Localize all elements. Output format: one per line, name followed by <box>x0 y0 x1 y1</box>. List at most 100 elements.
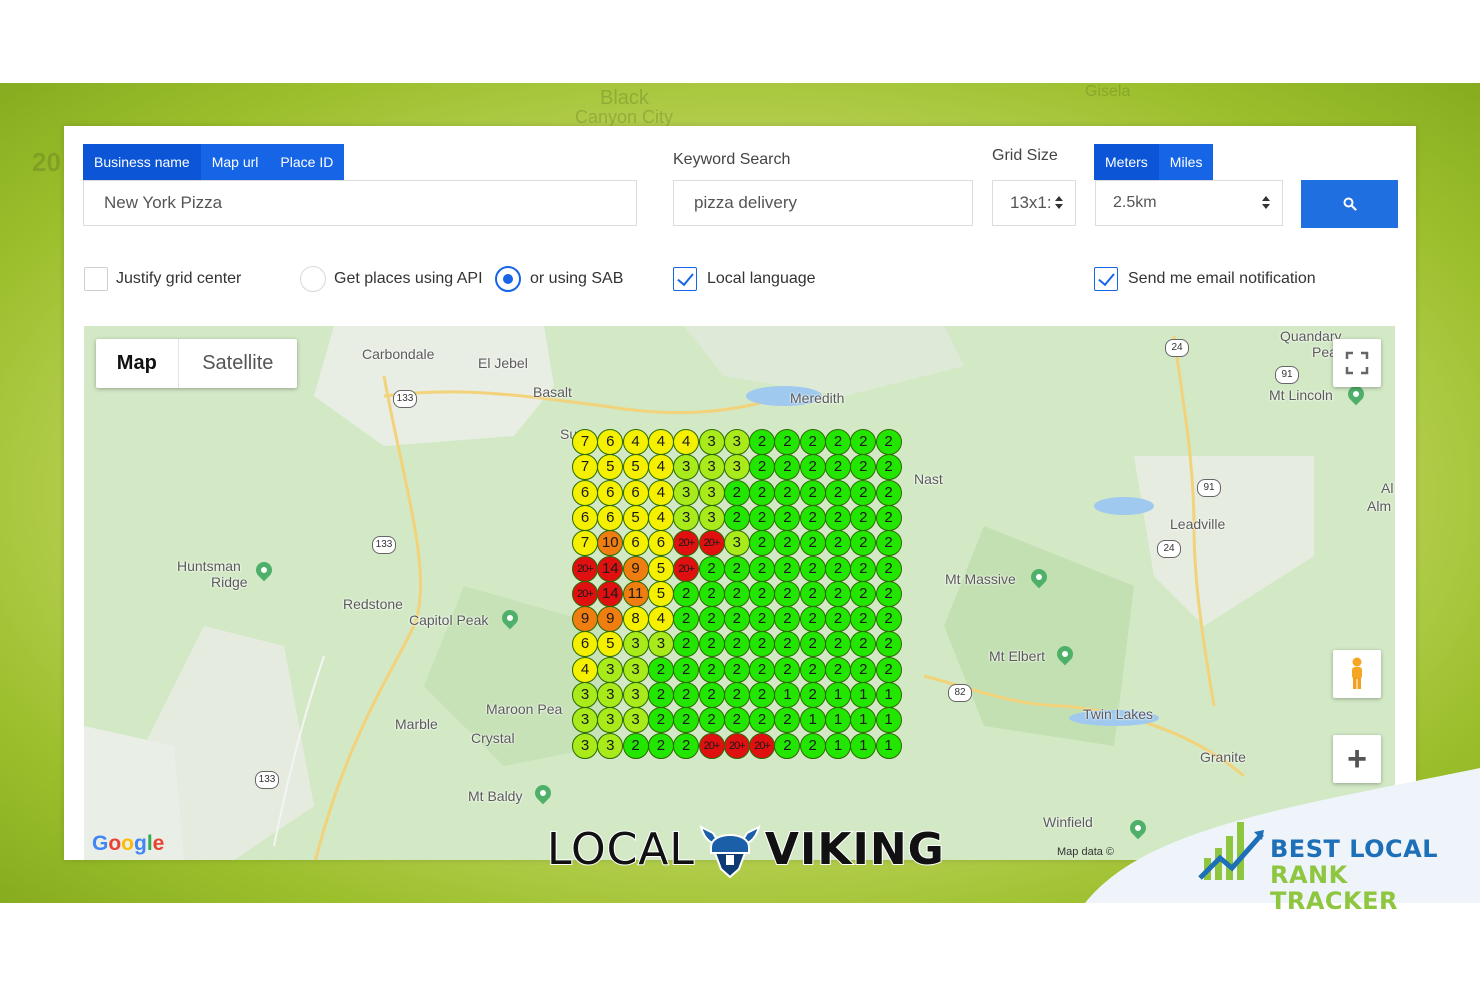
grid-point-marker[interactable]: 4 <box>647 479 674 506</box>
grid-point-marker[interactable]: 2 <box>749 606 776 633</box>
grid-point-marker[interactable]: 3 <box>673 504 700 531</box>
grid-point-marker[interactable]: 2 <box>673 580 700 607</box>
grid-point-marker[interactable]: 2 <box>698 631 725 658</box>
unit-tab-miles[interactable]: Miles <box>1159 144 1214 180</box>
grid-point-marker[interactable]: 4 <box>647 504 674 531</box>
grid-point-marker[interactable]: 1 <box>875 682 902 708</box>
grid-point-marker[interactable]: 2 <box>875 454 902 481</box>
grid-point-marker[interactable]: 2 <box>673 682 700 708</box>
grid-point-marker[interactable]: 3 <box>572 707 598 734</box>
grid-point-marker[interactable]: 2 <box>774 656 801 683</box>
grid-point-marker[interactable]: 2 <box>774 555 801 582</box>
tab-business-name[interactable]: Business name <box>83 144 201 180</box>
grid-point-marker[interactable]: 2 <box>850 530 877 557</box>
grid-point-marker[interactable]: 2 <box>774 429 801 455</box>
grid-point-marker[interactable]: 3 <box>572 732 598 759</box>
grid-point-marker[interactable]: 20+ <box>572 580 598 607</box>
grid-point-marker[interactable]: 2 <box>698 606 725 633</box>
grid-point-marker[interactable]: 1 <box>850 707 877 734</box>
grid-point-marker[interactable]: 14 <box>597 555 624 582</box>
grid-point-marker[interactable]: 2 <box>749 555 776 582</box>
grid-point-marker[interactable]: 2 <box>850 580 877 607</box>
grid-point-marker[interactable]: 1 <box>825 707 851 734</box>
grid-point-marker[interactable]: 8 <box>622 606 649 633</box>
grid-point-marker[interactable]: 2 <box>749 429 776 455</box>
grid-point-marker[interactable]: 2 <box>799 606 826 633</box>
grid-point-marker[interactable]: 11 <box>622 580 649 607</box>
grid-point-marker[interactable]: 9 <box>597 606 624 633</box>
grid-point-marker[interactable]: 2 <box>749 530 776 557</box>
grid-point-marker[interactable]: 6 <box>572 504 598 531</box>
grid-point-marker[interactable]: 3 <box>622 707 649 734</box>
grid-point-marker[interactable]: 2 <box>799 732 826 759</box>
grid-point-marker[interactable]: 2 <box>850 606 877 633</box>
grid-point-marker[interactable]: 2 <box>799 580 826 607</box>
grid-point-marker[interactable]: 9 <box>622 555 649 582</box>
grid-point-marker[interactable]: 2 <box>749 682 776 708</box>
grid-point-marker[interactable]: 2 <box>673 606 700 633</box>
grid-point-marker[interactable]: 2 <box>749 454 776 481</box>
grid-point-marker[interactable]: 4 <box>673 429 700 455</box>
grid-point-marker[interactable]: 2 <box>875 504 902 531</box>
grid-point-marker[interactable]: 2 <box>698 580 725 607</box>
grid-point-marker[interactable]: 2 <box>749 580 776 607</box>
grid-point-marker[interactable]: 2 <box>799 555 826 582</box>
grid-point-marker[interactable]: 3 <box>622 656 649 683</box>
grid-point-marker[interactable]: 14 <box>597 580 624 607</box>
fullscreen-button[interactable] <box>1333 339 1381 387</box>
grid-point-marker[interactable]: 2 <box>875 656 902 683</box>
grid-point-marker[interactable]: 2 <box>723 707 750 734</box>
grid-point-marker[interactable]: 2 <box>825 530 851 557</box>
grid-point-marker[interactable]: 2 <box>698 707 725 734</box>
grid-point-marker[interactable]: 2 <box>647 732 674 759</box>
grid-point-marker[interactable]: 2 <box>774 606 801 633</box>
grid-point-marker[interactable]: 3 <box>698 454 725 481</box>
grid-point-marker[interactable]: 7 <box>572 530 598 557</box>
grid-point-marker[interactable]: 10 <box>597 530 624 557</box>
grid-point-marker[interactable]: 3 <box>597 732 624 759</box>
grid-point-marker[interactable]: 4 <box>647 606 674 633</box>
grid-point-marker[interactable]: 2 <box>850 504 877 531</box>
grid-point-marker[interactable]: 1 <box>875 732 902 759</box>
grid-point-marker[interactable]: 2 <box>673 732 700 759</box>
grid-point-marker[interactable]: 3 <box>673 454 700 481</box>
grid-point-marker[interactable]: 2 <box>647 656 674 683</box>
grid-point-marker[interactable]: 5 <box>597 631 624 658</box>
grid-point-marker[interactable]: 1 <box>774 682 801 708</box>
grid-point-marker[interactable]: 2 <box>825 555 851 582</box>
tab-place-id[interactable]: Place ID <box>269 144 344 180</box>
grid-point-marker[interactable]: 3 <box>622 631 649 658</box>
local-language-checkbox[interactable] <box>673 267 697 291</box>
grid-point-marker[interactable]: 20+ <box>723 732 750 759</box>
grid-point-marker[interactable]: 3 <box>673 479 700 506</box>
grid-point-marker[interactable]: 3 <box>698 504 725 531</box>
grid-point-marker[interactable]: 2 <box>622 732 649 759</box>
grid-point-marker[interactable]: 6 <box>597 504 624 531</box>
grid-point-marker[interactable]: 2 <box>647 682 674 708</box>
grid-point-marker[interactable]: 2 <box>698 656 725 683</box>
grid-point-marker[interactable]: 2 <box>825 479 851 506</box>
grid-point-marker[interactable]: 5 <box>622 504 649 531</box>
grid-point-marker[interactable]: 20+ <box>749 732 776 759</box>
grid-point-marker[interactable]: 2 <box>698 555 725 582</box>
grid-point-marker[interactable]: 2 <box>825 429 851 455</box>
grid-point-marker[interactable]: 20+ <box>572 555 598 582</box>
grid-point-marker[interactable]: 2 <box>875 479 902 506</box>
grid-point-marker[interactable]: 7 <box>572 429 598 455</box>
grid-point-marker[interactable]: 2 <box>749 656 776 683</box>
grid-point-marker[interactable]: 2 <box>799 656 826 683</box>
grid-point-marker[interactable]: 2 <box>723 656 750 683</box>
grid-point-marker[interactable]: 2 <box>774 504 801 531</box>
grid-point-marker[interactable]: 2 <box>875 606 902 633</box>
grid-point-marker[interactable]: 7 <box>572 454 598 481</box>
grid-point-marker[interactable]: 1 <box>850 732 877 759</box>
grid-point-marker[interactable]: 3 <box>597 682 624 708</box>
grid-point-marker[interactable]: 2 <box>875 631 902 658</box>
grid-point-marker[interactable]: 2 <box>749 504 776 531</box>
grid-point-marker[interactable]: 1 <box>850 682 877 708</box>
email-notification-checkbox[interactable] <box>1094 267 1118 291</box>
grid-point-marker[interactable]: 2 <box>749 479 776 506</box>
grid-point-marker[interactable]: 3 <box>597 707 624 734</box>
grid-point-marker[interactable]: 4 <box>572 656 598 683</box>
grid-point-marker[interactable]: 2 <box>774 631 801 658</box>
